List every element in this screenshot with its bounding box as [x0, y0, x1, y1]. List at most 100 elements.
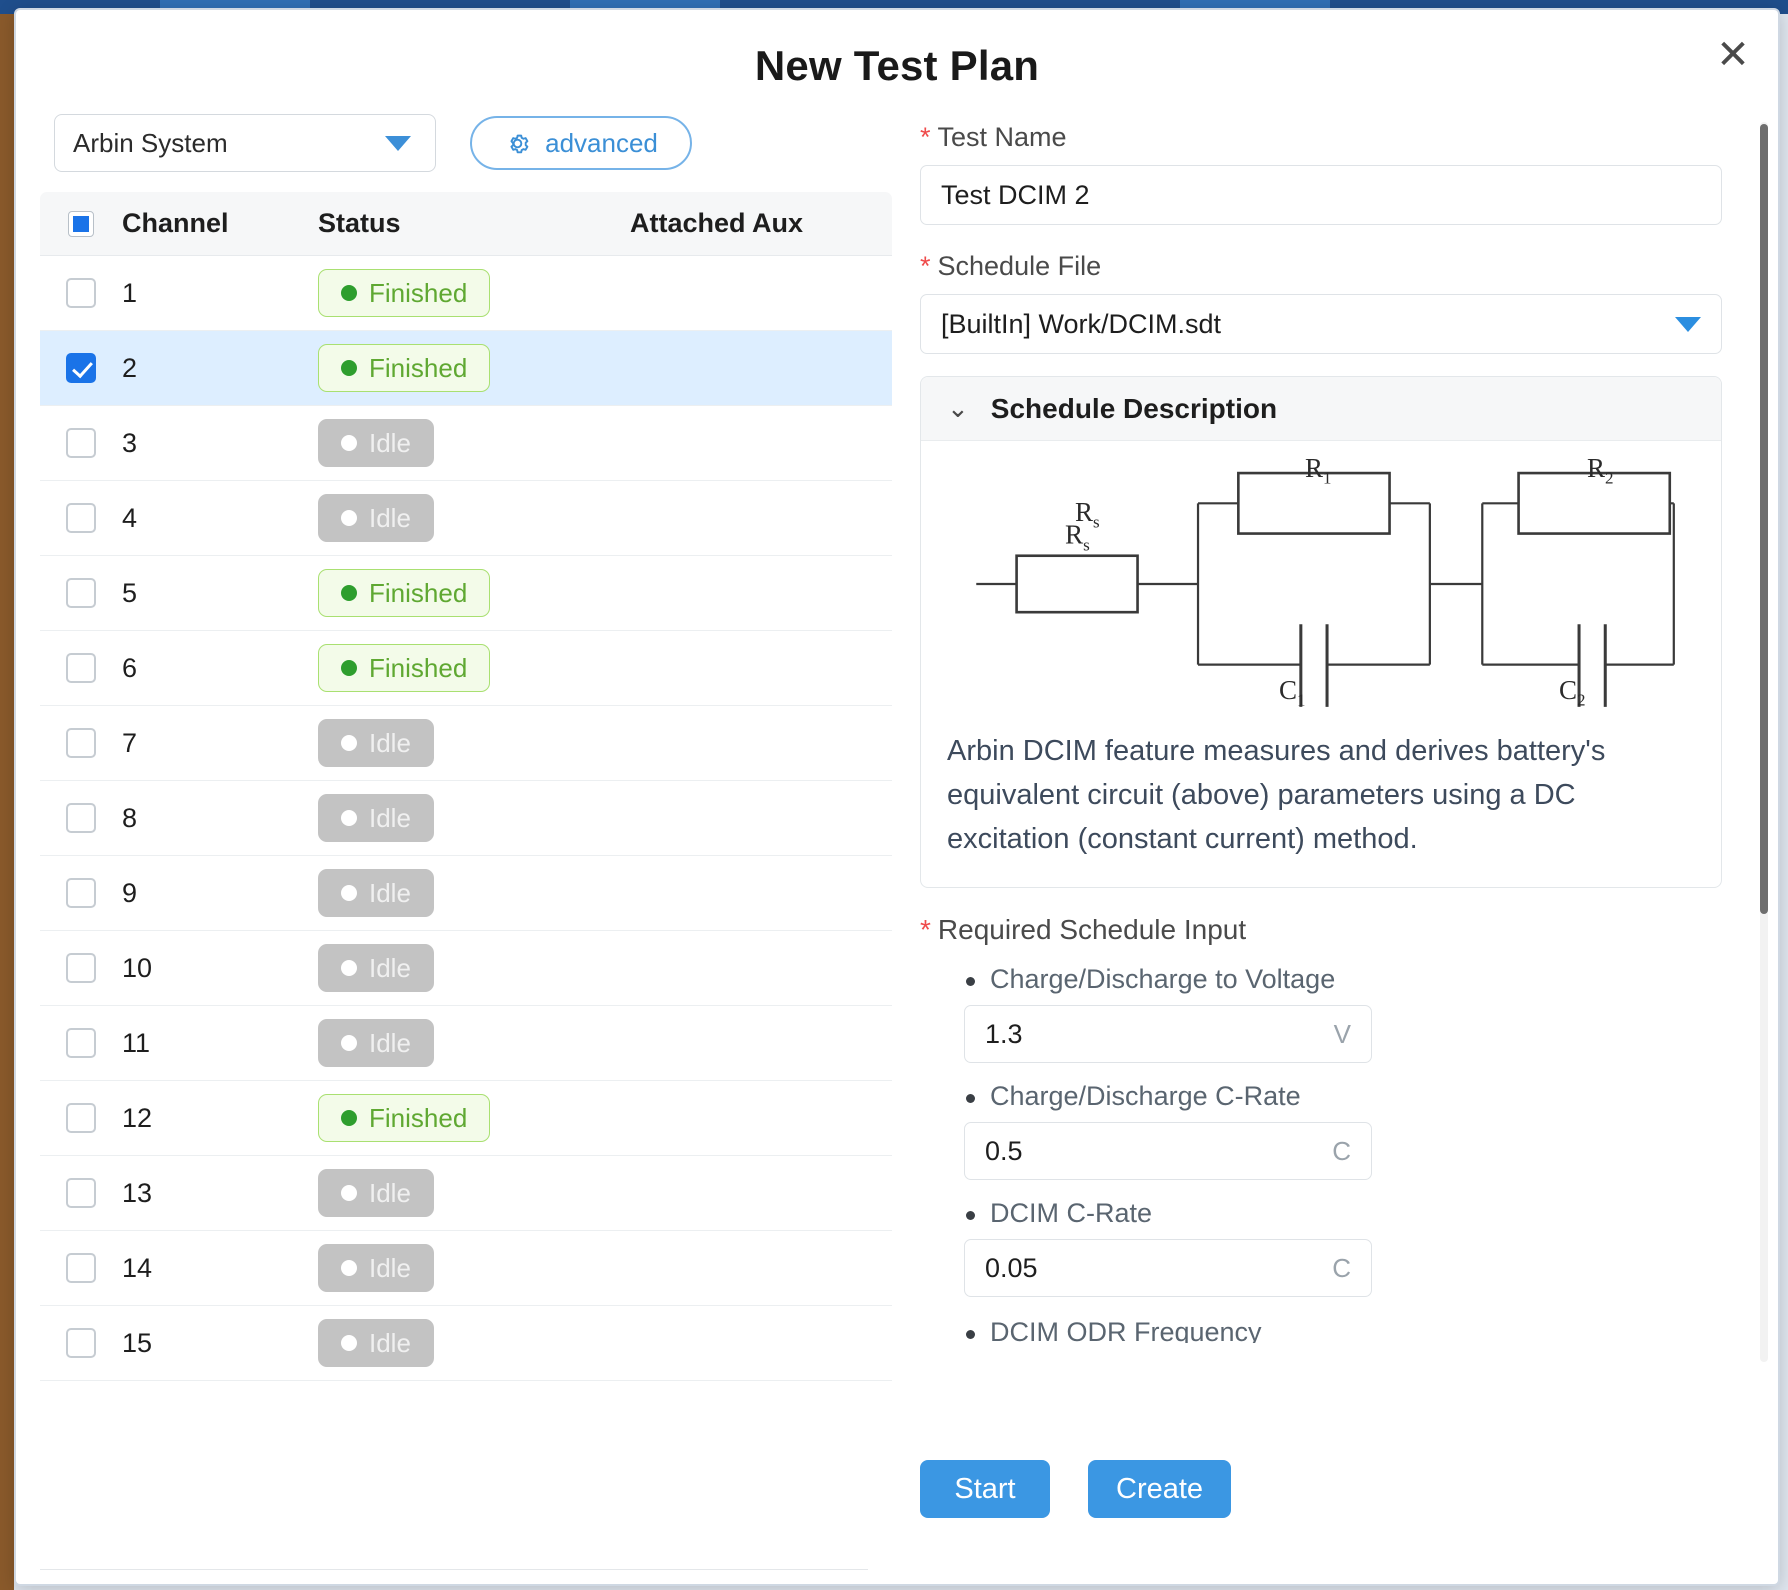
table-row[interactable]: 1 Finished [40, 256, 892, 331]
status-dot-icon [341, 1260, 357, 1276]
status-cell: Idle [318, 794, 630, 842]
form-scrollbar-thumb[interactable] [1760, 124, 1768, 914]
status-dot-icon [341, 510, 357, 526]
column-header-status: Status [318, 208, 401, 238]
status-label: Idle [369, 877, 411, 908]
schedule-input-label: Charge/Discharge C-Rate [964, 1081, 1750, 1112]
row-checkbox[interactable] [66, 1253, 96, 1283]
table-row[interactable]: 14 Idle [40, 1231, 892, 1306]
system-select[interactable]: Arbin System [54, 114, 436, 172]
table-row[interactable]: 4 Idle [40, 481, 892, 556]
channel-number: 11 [122, 1027, 151, 1058]
schedule-input-field[interactable]: 1.3 V [964, 1005, 1372, 1064]
row-checkbox[interactable] [66, 803, 96, 833]
schedule-input-field[interactable]: 0.5 C [964, 1122, 1372, 1181]
status-dot-icon [341, 810, 357, 826]
table-row[interactable]: 8 Idle [40, 781, 892, 856]
page-title: New Test Plan [754, 42, 1040, 89]
schedule-description-header[interactable]: ⌄ Schedule Description [921, 377, 1721, 441]
gear-icon [510, 134, 529, 153]
row-checkbox[interactable] [66, 1328, 96, 1358]
schedule-input-unit: C [1332, 1252, 1351, 1283]
channel-number: 10 [122, 952, 153, 983]
table-row[interactable]: 3 Idle [40, 406, 892, 481]
status-dot-icon [341, 1035, 357, 1051]
close-icon[interactable]: ✕ [1710, 32, 1756, 78]
table-row[interactable]: 11 Idle [40, 1006, 892, 1081]
table-row[interactable]: 12 Finished [40, 1081, 892, 1156]
status-cell: Idle [318, 1019, 630, 1067]
channel-number: 12 [122, 1102, 153, 1133]
row-checkbox-cell [40, 503, 122, 533]
row-checkbox[interactable] [66, 1178, 96, 1208]
table-row[interactable]: 7 Idle [40, 706, 892, 781]
status-label: Finished [369, 577, 468, 608]
schedule-input-item: Charge/Discharge C-Rate 0.5 C [964, 1081, 1750, 1181]
row-checkbox[interactable] [66, 503, 96, 533]
dialog-actions: Start Create [920, 1460, 1232, 1518]
required-asterisk: * [920, 251, 931, 281]
row-checkbox[interactable] [66, 428, 96, 458]
row-checkbox[interactable] [66, 278, 96, 308]
row-checkbox[interactable] [66, 953, 96, 983]
row-checkbox[interactable] [66, 353, 96, 383]
status-badge: Idle [318, 419, 434, 467]
status-cell: Idle [318, 869, 630, 917]
row-checkbox[interactable] [66, 1103, 96, 1133]
channel-number: 7 [122, 727, 138, 758]
schedule-file-label: * Schedule File [920, 251, 1750, 282]
table-row[interactable]: 15 Idle [40, 1306, 892, 1381]
start-button[interactable]: Start [920, 1460, 1050, 1518]
row-checkbox-cell [40, 353, 122, 383]
table-row[interactable]: 10 Idle [40, 931, 892, 1006]
status-label: Idle [369, 1177, 411, 1208]
status-cell: Idle [318, 1169, 630, 1217]
row-checkbox-cell [40, 1028, 122, 1058]
status-cell: Idle [318, 419, 630, 467]
select-all-cell [40, 210, 122, 237]
status-badge: Idle [318, 1319, 434, 1367]
schedule-input-field[interactable]: 0.05 C [964, 1239, 1372, 1298]
status-label: Idle [369, 427, 411, 458]
schedule-file-select[interactable]: [BuiltIn] Work/DCIM.sdt [920, 294, 1722, 354]
required-asterisk: * [920, 122, 931, 152]
table-row[interactable]: 9 Idle [40, 856, 892, 931]
status-cell: Finished [318, 644, 630, 692]
status-badge: Idle [318, 869, 434, 917]
schedule-description-card: ⌄ Schedule Description Rs Rs R1 R2 C1 C2… [920, 376, 1722, 889]
schedule-input-label: Charge/Discharge to Voltage [964, 964, 1750, 995]
channel-number: 5 [122, 577, 138, 608]
table-row[interactable]: 13 Idle [40, 1156, 892, 1231]
status-dot-icon [341, 960, 357, 976]
status-label: Finished [369, 652, 468, 683]
row-checkbox[interactable] [66, 878, 96, 908]
table-row[interactable]: 6 Finished [40, 631, 892, 706]
chevron-down-icon [1675, 316, 1701, 332]
channel-number: 4 [122, 502, 138, 533]
status-cell: Idle [318, 719, 630, 767]
schedule-input-value: 0.05 [985, 1252, 1038, 1283]
status-label: Idle [369, 1327, 411, 1358]
table-header-row: Channel Status Attached Aux [40, 192, 892, 256]
test-name-input[interactable]: Test DCIM 2 [920, 165, 1722, 225]
row-checkbox-cell [40, 953, 122, 983]
status-label: Idle [369, 1027, 411, 1058]
row-checkbox[interactable] [66, 728, 96, 758]
table-row[interactable]: 2 Finished [40, 331, 892, 406]
column-header-attached-aux: Attached Aux [630, 208, 804, 238]
row-checkbox-cell [40, 1328, 122, 1358]
row-checkbox-cell [40, 278, 122, 308]
table-row[interactable]: 5 Finished [40, 556, 892, 631]
row-checkbox[interactable] [66, 653, 96, 683]
clipped-schedule-input-item: DCIM ODR Frequency [964, 1317, 1750, 1343]
row-checkbox-cell [40, 1178, 122, 1208]
status-badge: Finished [318, 569, 491, 617]
row-checkbox[interactable] [66, 578, 96, 608]
advanced-button[interactable]: advanced [470, 116, 692, 170]
schedule-file-value: [BuiltIn] Work/DCIM.sdt [941, 308, 1222, 339]
row-checkbox[interactable] [66, 1028, 96, 1058]
create-button[interactable]: Create [1088, 1460, 1232, 1518]
status-dot-icon [341, 885, 357, 901]
status-badge: Idle [318, 1019, 434, 1067]
select-all-checkbox[interactable] [68, 210, 94, 237]
